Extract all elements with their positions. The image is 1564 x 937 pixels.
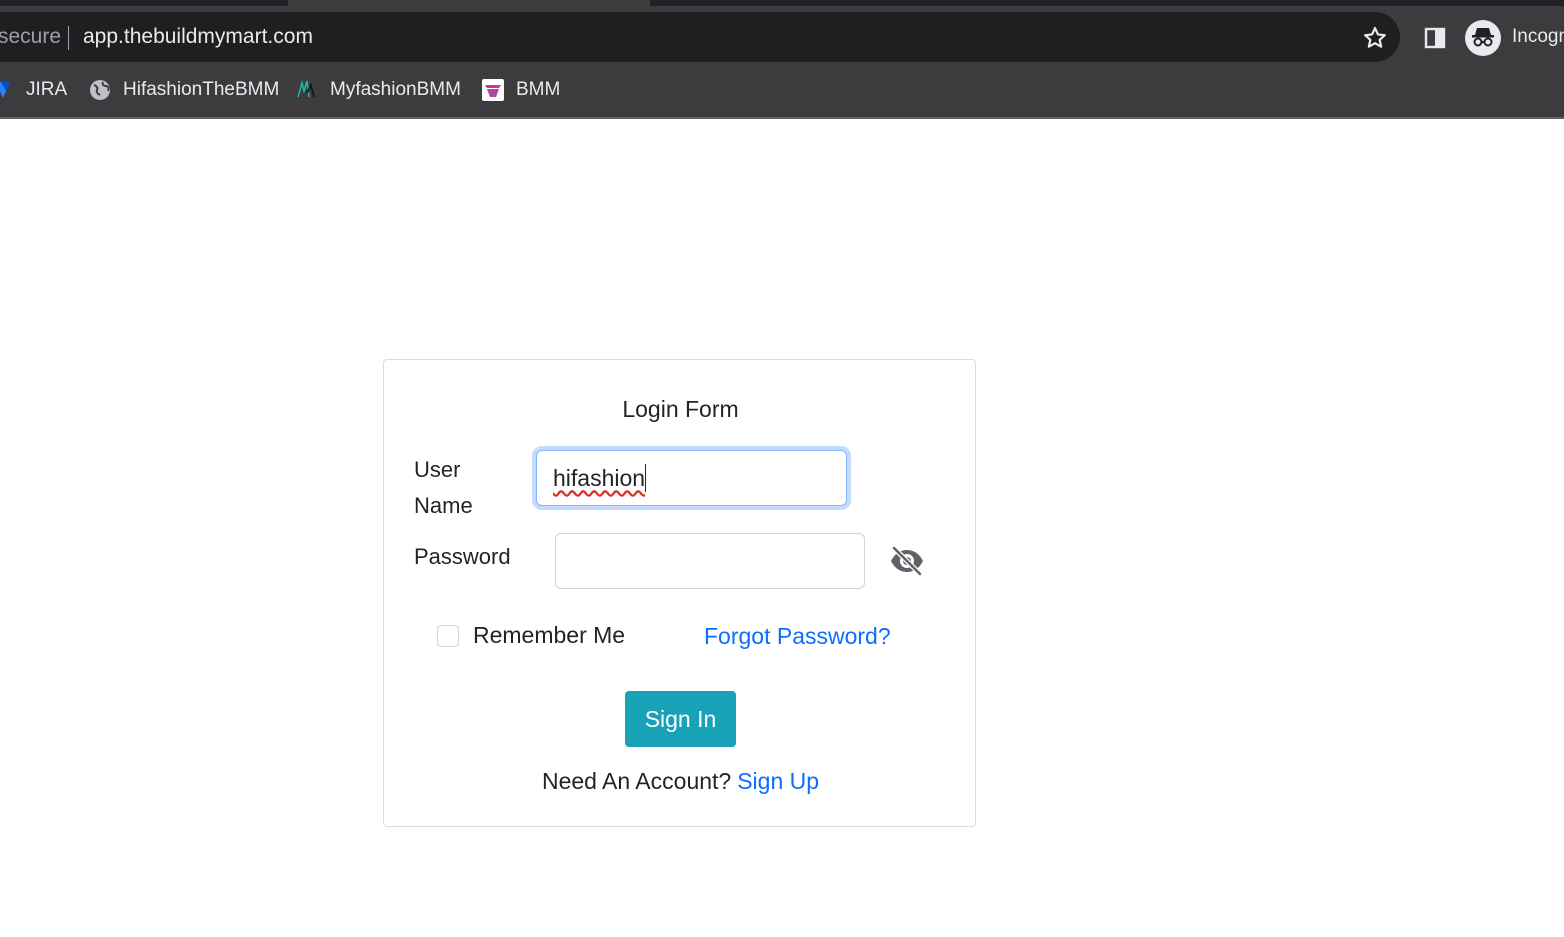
form-title: Login Form — [622, 396, 739, 422]
bookmark-label: HifashionTheBMM — [123, 79, 280, 100]
account-prompt: Need An Account? — [541, 768, 732, 794]
login-card: Login Form User Name hifashion Password … — [383, 359, 976, 827]
jira-icon — [0, 82, 10, 98]
username-label: User Name — [414, 457, 473, 518]
sign-in-button[interactable]: Sign In — [625, 691, 736, 747]
remember-checkbox[interactable] — [437, 624, 459, 647]
security-indicator[interactable]: secure — [0, 25, 61, 49]
password-label: Password — [414, 544, 511, 569]
text-caret — [645, 464, 647, 492]
incognito-icon[interactable] — [1465, 20, 1501, 56]
tab-strip-left — [0, 0, 288, 6]
bookmark-bmm[interactable]: BMM — [482, 77, 560, 103]
signup-prompt: Need An Account? Sign Up — [384, 768, 977, 795]
myfashion-logo-icon — [297, 79, 315, 98]
bookmark-label: MyfashionBMM — [330, 79, 461, 100]
url-text[interactable]: app.thebuildmymart.com — [83, 25, 313, 49]
profile-label[interactable]: Incognito — [1512, 26, 1564, 48]
address-bar[interactable]: secure app.thebuildmymart.com — [0, 12, 1400, 62]
forgot-password-link[interactable]: Forgot Password? — [704, 623, 891, 650]
address-separator — [68, 26, 69, 50]
bookmark-myfashion[interactable]: MyfashionBMM — [296, 77, 461, 103]
remember-label[interactable]: Remember Me — [473, 622, 625, 649]
bookmark-hifashion[interactable]: HifashionTheBMM — [89, 77, 279, 103]
globe-icon — [90, 80, 110, 100]
browser-toolbar: secure app.thebuildmymart.com Incognito — [0, 0, 1564, 64]
bookmark-label: BMM — [516, 79, 561, 100]
bmm-logo-icon — [482, 79, 504, 101]
bookmark-label: JIRA — [26, 79, 68, 100]
bookmarks-bar: JIRA HifashionTheBMM MyfashionBMM BMM — [0, 64, 1564, 119]
username-value: hifashion — [553, 464, 646, 491]
password-input[interactable] — [555, 533, 865, 589]
username-input[interactable]: hifashion — [536, 450, 847, 506]
bookmark-jira[interactable]: JIRA — [0, 77, 67, 103]
side-panel-icon[interactable] — [1423, 26, 1447, 50]
sign-up-link[interactable]: Sign Up — [737, 768, 819, 794]
eye-slash-icon[interactable] — [889, 545, 925, 577]
tab-strip-right — [650, 0, 1564, 6]
star-icon[interactable] — [1362, 25, 1388, 51]
remember-me[interactable]: Remember Me — [437, 622, 625, 649]
